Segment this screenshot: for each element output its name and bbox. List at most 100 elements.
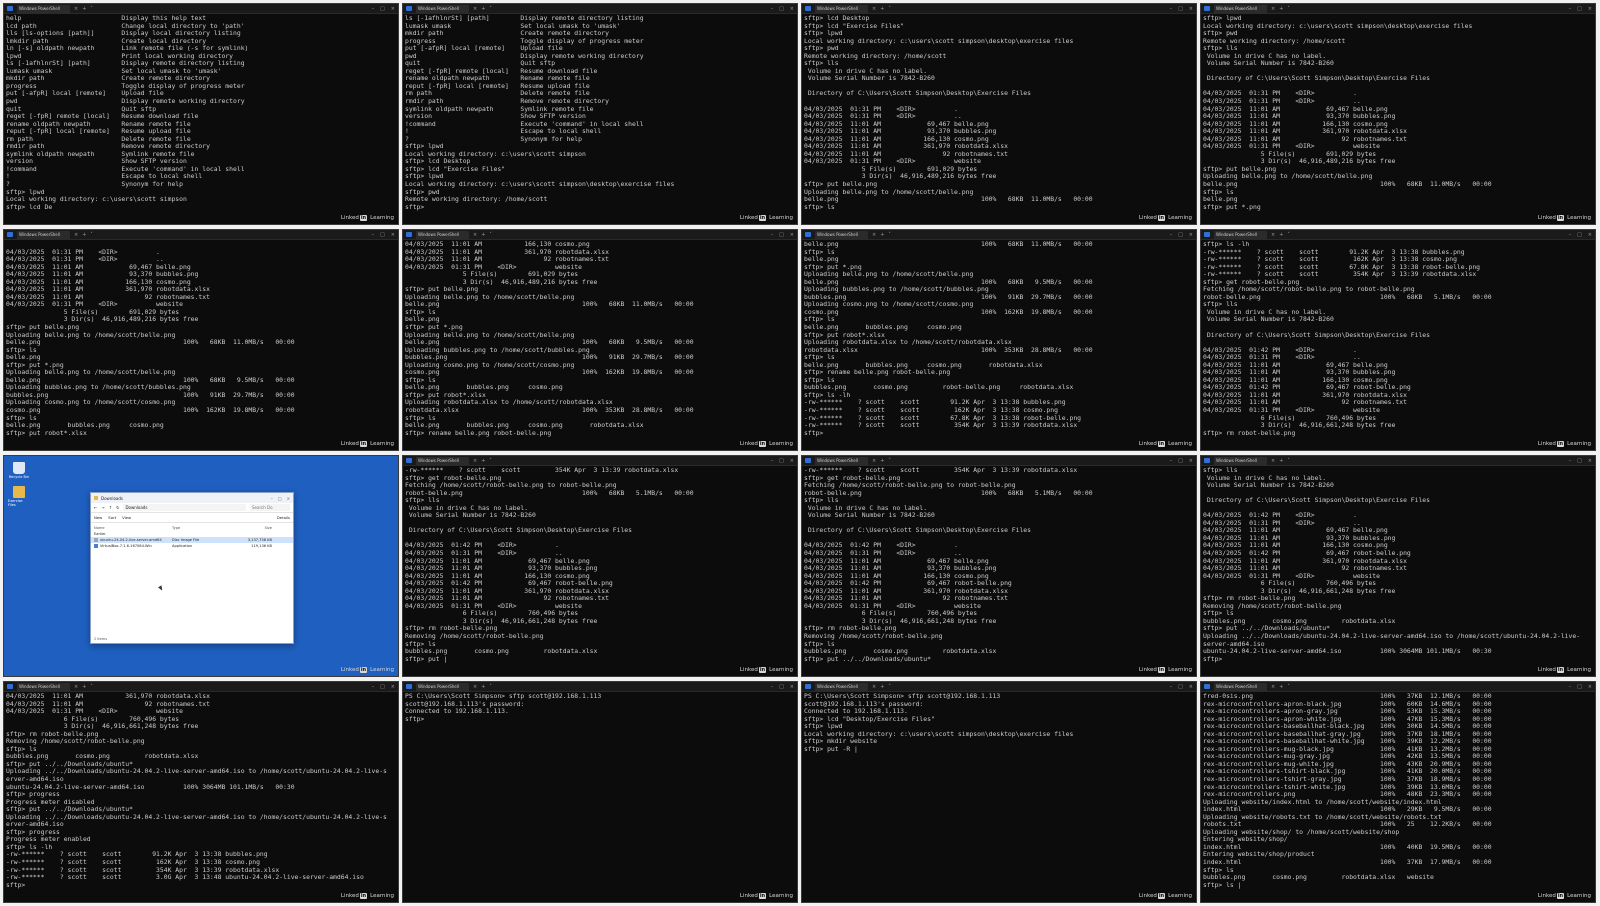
toolbar-button-sort[interactable]: Sort bbox=[108, 515, 116, 520]
video-frame-7[interactable]: Windows PowerShell × + ˅ – □ × belle.png 100% 6… bbox=[801, 229, 1197, 451]
new-tab-icon[interactable]: + bbox=[880, 684, 884, 690]
chevron-down-icon[interactable]: ˅ bbox=[888, 458, 891, 464]
chevron-down-icon[interactable]: ˅ bbox=[489, 232, 492, 238]
maximize-icon[interactable]: □ bbox=[380, 684, 385, 690]
tab-title[interactable]: Windows PowerShell bbox=[17, 4, 70, 13]
file-explorer-window[interactable]: Downloads – □ × ← → ↑ ↻ Downloads Search Do New Sor… bbox=[90, 492, 294, 644]
minimize-icon[interactable]: – bbox=[1569, 458, 1572, 464]
maximize-icon[interactable]: □ bbox=[1577, 6, 1582, 12]
close-icon[interactable]: × bbox=[1189, 458, 1193, 464]
terminal-output[interactable]: PS C:\Users\Scott Simpson> sftp scott@19… bbox=[403, 692, 797, 902]
close-icon[interactable]: × bbox=[287, 496, 290, 501]
file-row[interactable]: VirtualBox-7.1.6-167084-Win Application 11… bbox=[91, 543, 293, 549]
minimize-icon[interactable]: – bbox=[1569, 232, 1572, 238]
tab-title[interactable]: Windows PowerShell bbox=[416, 230, 469, 239]
chevron-down-icon[interactable]: ˅ bbox=[489, 684, 492, 690]
close-tab-icon[interactable]: × bbox=[1271, 6, 1275, 12]
terminal-output[interactable]: sftp> lpwd Local working directory: c:\u… bbox=[1201, 14, 1595, 224]
minimize-icon[interactable]: – bbox=[1569, 684, 1572, 690]
search-input[interactable]: Search Do bbox=[250, 504, 290, 511]
minimize-icon[interactable]: – bbox=[771, 6, 774, 12]
minimize-icon[interactable]: – bbox=[372, 684, 375, 690]
close-tab-icon[interactable]: × bbox=[1271, 458, 1275, 464]
video-frame-11[interactable]: Windows PowerShell × + ˅ – □ × -rw-****** ? sco… bbox=[801, 455, 1197, 677]
maximize-icon[interactable]: □ bbox=[1178, 458, 1183, 464]
chevron-down-icon[interactable]: ˅ bbox=[489, 6, 492, 12]
terminal-output[interactable]: PS C:\Users\Scott Simpson> sftp scott@19… bbox=[802, 692, 1196, 902]
minimize-icon[interactable]: – bbox=[771, 232, 774, 238]
close-tab-icon[interactable]: × bbox=[473, 6, 477, 12]
close-tab-icon[interactable]: × bbox=[1271, 232, 1275, 238]
tab-title[interactable]: Windows PowerShell bbox=[1214, 230, 1267, 239]
maximize-icon[interactable]: □ bbox=[380, 232, 385, 238]
close-tab-icon[interactable]: × bbox=[473, 232, 477, 238]
minimize-icon[interactable]: – bbox=[372, 6, 375, 12]
new-tab-icon[interactable]: + bbox=[880, 232, 884, 238]
terminal-output[interactable]: -rw-****** ? scott scott 354K Apr 3 13:3… bbox=[802, 466, 1196, 676]
terminal-output[interactable]: 04/03/2025 11:01 AM 361,970 robotdata.xl… bbox=[4, 692, 398, 902]
terminal-output[interactable]: 04/03/2025 01:31 PM <DIR> . 04/03/2025 0… bbox=[4, 240, 398, 450]
maximize-icon[interactable]: □ bbox=[1178, 232, 1183, 238]
refresh-icon[interactable]: ↻ bbox=[116, 505, 119, 510]
close-icon[interactable]: × bbox=[1189, 6, 1193, 12]
chevron-down-icon[interactable]: ˅ bbox=[489, 458, 492, 464]
chevron-down-icon[interactable]: ˅ bbox=[90, 6, 93, 12]
toolbar-button-details[interactable]: Details bbox=[277, 515, 290, 520]
close-tab-icon[interactable]: × bbox=[473, 684, 477, 690]
minimize-icon[interactable]: – bbox=[271, 496, 273, 501]
maximize-icon[interactable]: □ bbox=[779, 684, 784, 690]
video-frame-3[interactable]: Windows PowerShell × + ˅ – □ × sftp> lcd Deskto… bbox=[801, 3, 1197, 225]
close-icon[interactable]: × bbox=[1588, 6, 1592, 12]
chevron-down-icon[interactable]: ˅ bbox=[888, 6, 891, 12]
chevron-down-icon[interactable]: ˅ bbox=[888, 684, 891, 690]
close-icon[interactable]: × bbox=[1588, 684, 1592, 690]
tab-title[interactable]: Windows PowerShell bbox=[416, 456, 469, 465]
close-tab-icon[interactable]: × bbox=[74, 684, 78, 690]
close-tab-icon[interactable]: × bbox=[473, 458, 477, 464]
video-frame-16[interactable]: Windows PowerShell × + ˅ – □ × fred-0sis.png 10… bbox=[1200, 681, 1596, 903]
new-tab-icon[interactable]: + bbox=[481, 684, 485, 690]
video-frame-9[interactable]: Recycle Bin Exercise Files Downloads – □ × ← → ↑… bbox=[3, 455, 399, 677]
new-tab-icon[interactable]: + bbox=[1279, 6, 1283, 12]
tab-title[interactable]: Windows PowerShell bbox=[416, 682, 469, 691]
video-frame-4[interactable]: Windows PowerShell × + ˅ – □ × sftp> lpwd Local… bbox=[1200, 3, 1596, 225]
video-frame-13[interactable]: Windows PowerShell × + ˅ – □ × 04/03/2025 11:01… bbox=[3, 681, 399, 903]
maximize-icon[interactable]: □ bbox=[380, 6, 385, 12]
video-frame-6[interactable]: Windows PowerShell × + ˅ – □ × 04/03/2025 11:01… bbox=[402, 229, 798, 451]
close-tab-icon[interactable]: × bbox=[872, 6, 876, 12]
address-path[interactable]: Downloads bbox=[123, 504, 246, 511]
maximize-icon[interactable]: □ bbox=[1577, 684, 1582, 690]
close-icon[interactable]: × bbox=[1588, 232, 1592, 238]
close-icon[interactable]: × bbox=[391, 684, 395, 690]
tab-title[interactable]: Windows PowerShell bbox=[815, 4, 868, 13]
maximize-icon[interactable]: □ bbox=[1577, 458, 1582, 464]
close-icon[interactable]: × bbox=[1588, 458, 1592, 464]
minimize-icon[interactable]: – bbox=[1170, 684, 1173, 690]
desktop-icon-2[interactable]: Exercise Files bbox=[8, 486, 30, 507]
new-tab-icon[interactable]: + bbox=[82, 6, 86, 12]
terminal-output[interactable]: sftp> lls Volume in drive C has no label… bbox=[1201, 466, 1595, 676]
close-tab-icon[interactable]: × bbox=[74, 232, 78, 238]
chevron-down-icon[interactable]: ˅ bbox=[888, 232, 891, 238]
close-icon[interactable]: × bbox=[790, 458, 794, 464]
close-icon[interactable]: × bbox=[391, 232, 395, 238]
maximize-icon[interactable]: □ bbox=[779, 232, 784, 238]
new-tab-icon[interactable]: + bbox=[481, 232, 485, 238]
video-frame-12[interactable]: Windows PowerShell × + ˅ – □ × sftp> lls Volume… bbox=[1200, 455, 1596, 677]
maximize-icon[interactable]: □ bbox=[779, 458, 784, 464]
tab-title[interactable]: Windows PowerShell bbox=[1214, 682, 1267, 691]
terminal-output[interactable]: ls [-1afhlnrSt] [path] Display remote di… bbox=[403, 14, 797, 224]
tab-title[interactable]: Windows PowerShell bbox=[416, 4, 469, 13]
minimize-icon[interactable]: – bbox=[1170, 232, 1173, 238]
minimize-icon[interactable]: – bbox=[771, 458, 774, 464]
maximize-icon[interactable]: □ bbox=[1178, 6, 1183, 12]
minimize-icon[interactable]: – bbox=[1569, 6, 1572, 12]
new-tab-icon[interactable]: + bbox=[82, 232, 86, 238]
terminal-output[interactable]: 04/03/2025 11:01 AM 166,130 cosmo.png 04… bbox=[403, 240, 797, 450]
video-frame-1[interactable]: Windows PowerShell × + ˅ – □ × help Display thi… bbox=[3, 3, 399, 225]
tab-title[interactable]: Windows PowerShell bbox=[17, 682, 70, 691]
video-frame-8[interactable]: Windows PowerShell × + ˅ – □ × sftp> ls -lh -rw… bbox=[1200, 229, 1596, 451]
minimize-icon[interactable]: – bbox=[1170, 458, 1173, 464]
forward-arrow-icon[interactable]: → bbox=[101, 505, 104, 510]
close-icon[interactable]: × bbox=[790, 6, 794, 12]
